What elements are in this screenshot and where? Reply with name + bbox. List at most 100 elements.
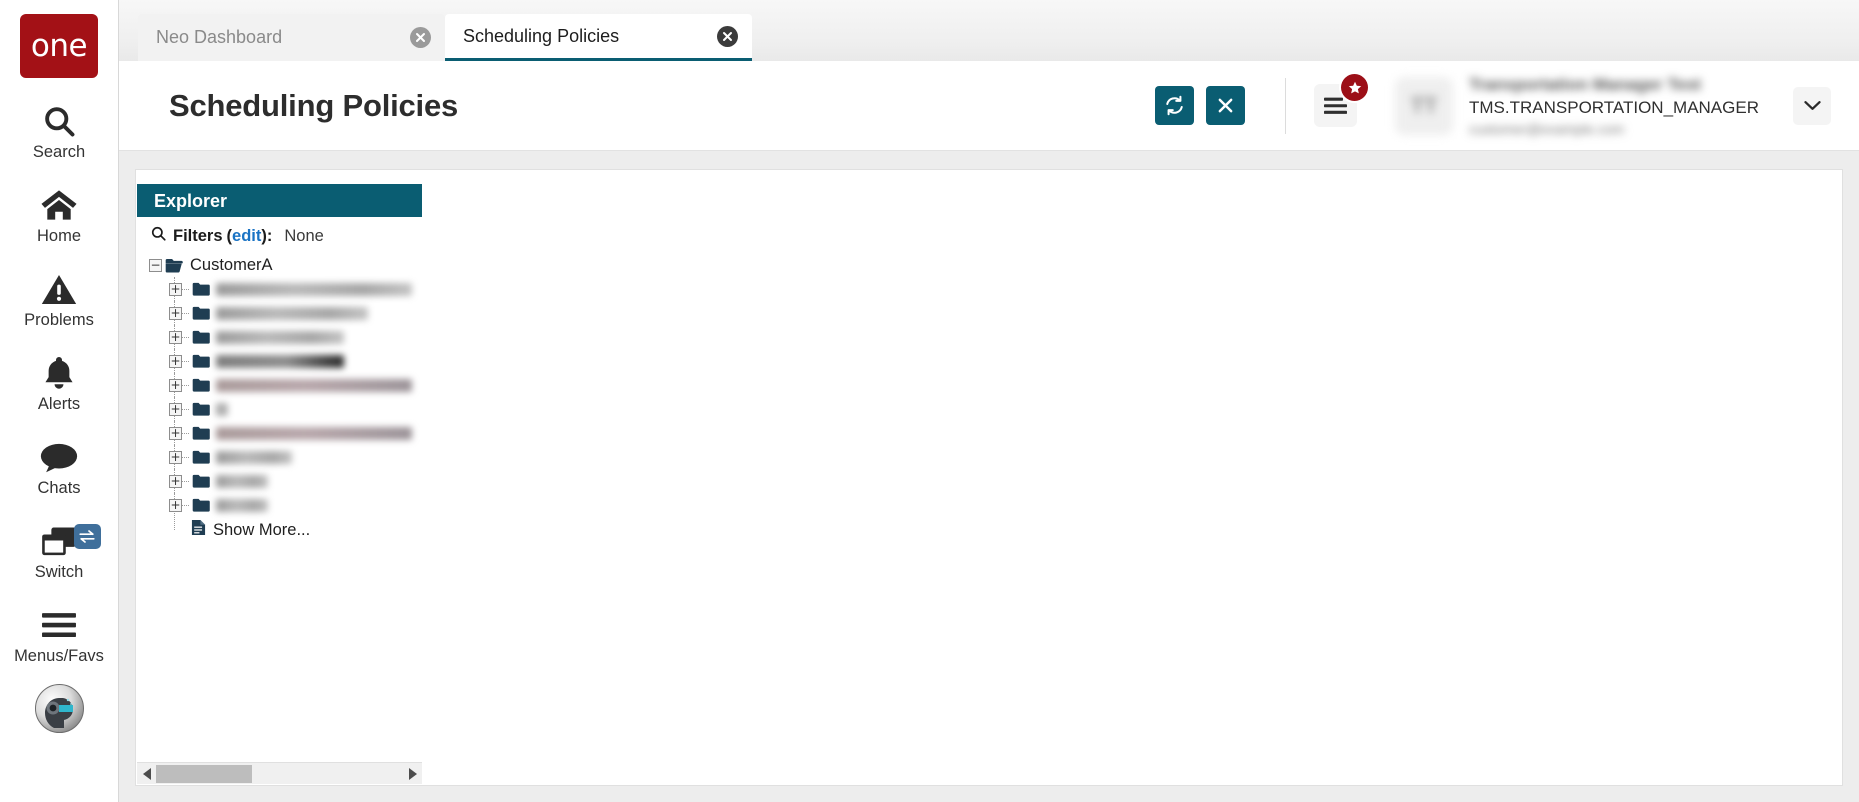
content-area: Explorer Filters ( edit ): None − Custom… [119, 151, 1859, 802]
chat-bubble-icon [40, 437, 78, 477]
triangle-left-icon [142, 767, 151, 780]
tree-connector [182, 312, 189, 314]
scroll-right-button[interactable] [403, 763, 422, 785]
home-icon [40, 185, 78, 225]
tree-node[interactable]: + [147, 325, 422, 349]
tree-node[interactable]: + [147, 469, 422, 493]
main-region: Neo Dashboard Scheduling Policies Schedu… [119, 0, 1859, 802]
tree-node-label-redacted [216, 306, 368, 320]
tree-node[interactable]: + [147, 397, 422, 421]
tree-node-label: CustomerA [190, 255, 273, 274]
bell-icon [43, 353, 75, 393]
explorer-tree: − CustomerA + + + + + + + + + + Show Mor… [137, 253, 422, 543]
expand-expander[interactable]: + [169, 498, 182, 512]
show-more-label: Show More... [213, 520, 311, 539]
tree-connector [182, 432, 189, 434]
tree-node[interactable]: + [147, 421, 422, 445]
tree-connector [182, 288, 189, 290]
folder-icon [192, 450, 210, 464]
refresh-button[interactable] [1155, 86, 1195, 125]
rail-item-switch[interactable]: Switch [0, 521, 119, 582]
tree-connector [182, 336, 189, 338]
tree-connector [182, 384, 189, 386]
folder-icon [192, 498, 210, 512]
tree-node-label-redacted [216, 498, 268, 512]
expand-expander[interactable]: + [169, 474, 182, 488]
expand-expander[interactable]: + [169, 426, 182, 440]
tree-node[interactable]: + [147, 373, 422, 397]
hamburger-icon [41, 605, 77, 645]
tab-strip: Neo Dashboard Scheduling Policies [119, 0, 1859, 61]
rail-label-alerts: Alerts [37, 395, 81, 413]
tree-node-root[interactable]: − CustomerA [147, 253, 422, 277]
swap-arrows-icon[interactable] [73, 524, 101, 549]
scrollbar-thumb[interactable] [156, 764, 252, 783]
tab-scheduling-policies[interactable]: Scheduling Policies [445, 14, 752, 61]
close-circle-icon[interactable] [410, 27, 431, 48]
tree-node[interactable]: + [147, 277, 422, 301]
expand-expander[interactable]: + [169, 450, 182, 464]
search-icon [41, 101, 77, 141]
avatar[interactable]: TT [1395, 76, 1454, 135]
brand-logo[interactable]: one [20, 14, 98, 78]
close-x-icon [1218, 98, 1233, 113]
brand-logo-text: one [30, 28, 88, 64]
tree-node-label-redacted [216, 282, 412, 296]
tree-node[interactable]: + [147, 493, 422, 517]
expand-expander[interactable]: + [169, 378, 182, 392]
folder-icon [192, 378, 210, 392]
warning-triangle-icon [41, 269, 77, 309]
tree-node[interactable]: + [147, 349, 422, 373]
folder-icon [192, 330, 210, 344]
rail-item-alerts[interactable]: Alerts [0, 353, 119, 414]
expand-expander[interactable]: + [169, 402, 182, 416]
explorer-horizontal-scrollbar[interactable] [137, 762, 422, 784]
filters-edit-link[interactable]: edit [232, 227, 261, 246]
scroll-left-button[interactable] [137, 763, 156, 785]
star-icon [1341, 74, 1369, 101]
ai-assistant-avatar-icon[interactable] [34, 684, 84, 733]
folder-icon [192, 354, 210, 368]
tab-neo-dashboard[interactable]: Neo Dashboard [138, 14, 445, 61]
scrollbar-track[interactable] [156, 763, 403, 785]
expand-expander[interactable]: + [169, 282, 182, 296]
folder-icon [192, 306, 210, 320]
hamburger-menu-icon [1324, 97, 1348, 114]
expand-expander[interactable]: + [169, 354, 182, 368]
tree-node[interactable]: + [147, 301, 422, 325]
rail-item-menus-favs[interactable]: Menus/Favs [0, 605, 119, 666]
rail-item-chats[interactable]: Chats [0, 437, 119, 498]
close-circle-icon[interactable] [717, 25, 738, 47]
favorites-menu-button[interactable] [1314, 74, 1369, 127]
tree-connector [182, 408, 189, 410]
rail-item-search[interactable]: Search [0, 101, 119, 162]
folder-icon [192, 402, 210, 416]
explorer-body: Filters ( edit ): None − CustomerA + + +… [137, 217, 422, 762]
refresh-icon [1166, 95, 1183, 116]
expand-expander[interactable]: + [169, 330, 182, 344]
user-menu-chevron-down-icon[interactable] [1793, 86, 1831, 125]
rail-label-problems: Problems [24, 311, 94, 329]
header-divider [1285, 77, 1287, 134]
left-navigation-rail: one Search Home Problems Alerts Chats Sw… [0, 0, 119, 802]
rail-label-menus-favs: Menus/Favs [14, 647, 104, 665]
close-page-button[interactable] [1206, 86, 1246, 125]
tree-connector [182, 480, 189, 482]
filters-separator: ): [261, 226, 273, 245]
rail-item-home[interactable]: Home [0, 185, 119, 246]
tree-connector [182, 360, 189, 362]
tree-node-label-redacted [216, 402, 228, 416]
expand-expander[interactable]: + [169, 306, 182, 320]
rail-item-problems[interactable]: Problems [0, 269, 119, 330]
user-email: customer@example.com [1469, 120, 1625, 137]
tree-node-label-redacted [216, 426, 412, 440]
tree-node[interactable]: + [147, 445, 422, 469]
tree-node-label-redacted [216, 450, 292, 464]
tree-connector [182, 456, 189, 458]
windows-stack-icon [41, 521, 77, 561]
filters-row: Filters ( edit ): None [137, 217, 422, 253]
show-more-row[interactable]: Show More... [147, 503, 422, 543]
open-folder-icon [165, 258, 184, 273]
collapse-expander[interactable]: − [149, 258, 162, 272]
explorer-title: Explorer [137, 184, 422, 217]
